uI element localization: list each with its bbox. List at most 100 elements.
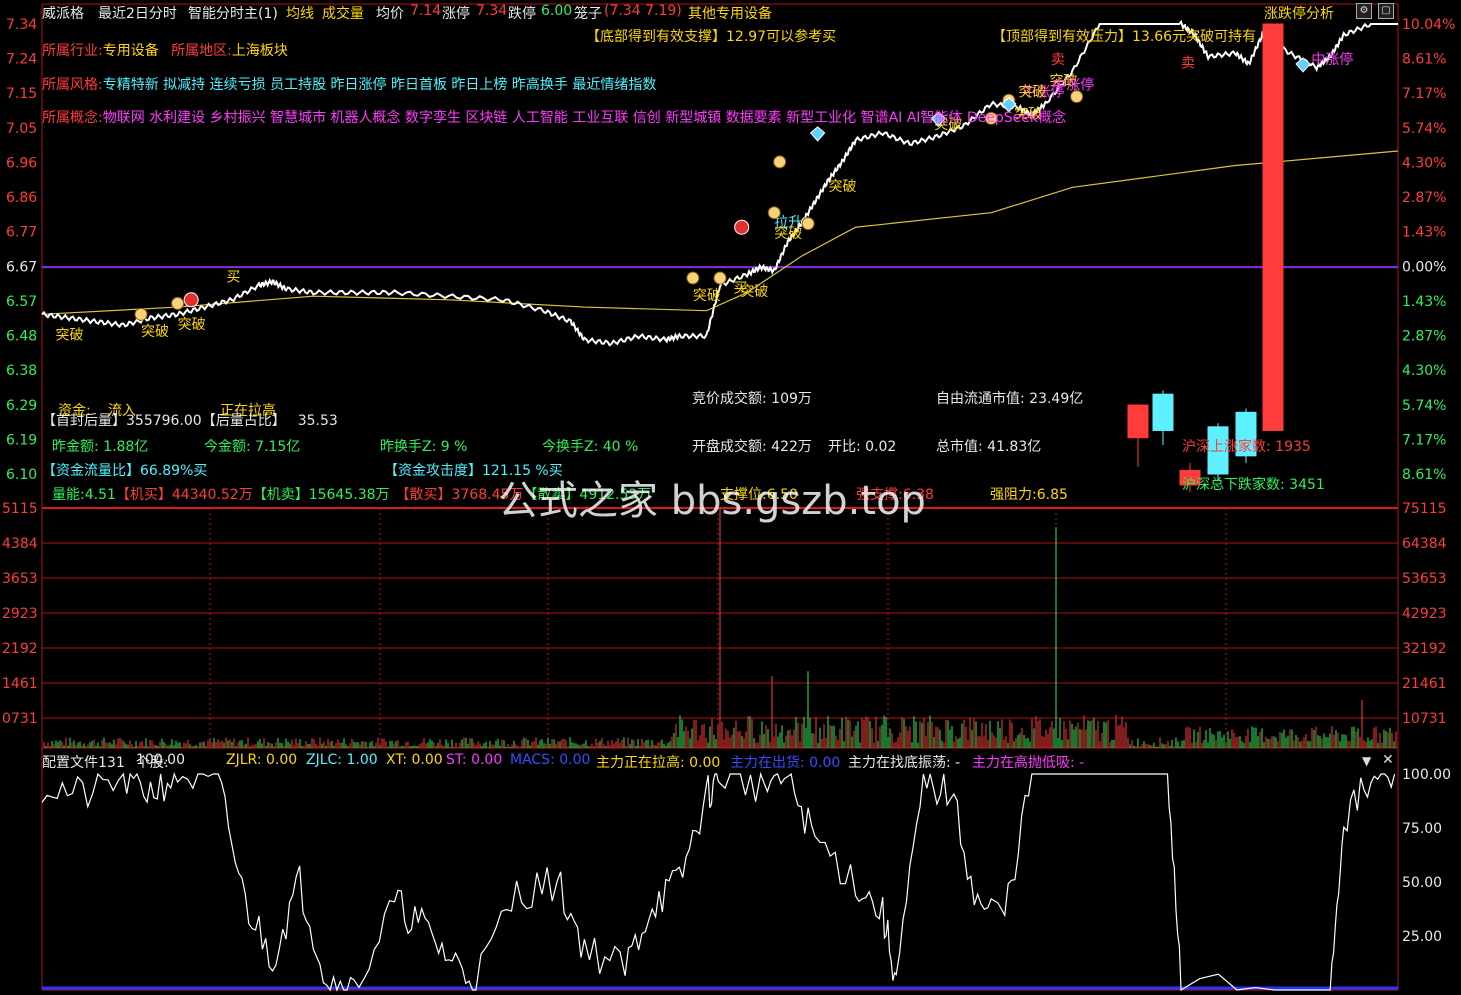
post-ratio-value: 35.53 xyxy=(297,413,338,429)
volume-tick-right: 53653 xyxy=(1402,571,1447,587)
open-ratio: 开比: 0.02 xyxy=(828,439,897,455)
high-absorb-value: 主力在高抛低吸: - xyxy=(972,755,1085,771)
money-bag-icon xyxy=(686,271,700,285)
price-tick-right: 7.17% xyxy=(1402,432,1446,448)
style-label: 所属风格: xyxy=(42,77,103,93)
limit-up-label: 涨停 xyxy=(442,6,470,22)
watermark: 公式之家 bbs.gszb.top xyxy=(498,478,926,524)
candle-body xyxy=(1127,404,1149,439)
volume-tick-right: 21461 xyxy=(1402,676,1447,692)
xt-value: XT: 0.00 xyxy=(386,752,443,768)
volume-tick-left: 3653 xyxy=(2,571,38,587)
price-tick-right: 4.30% xyxy=(1402,155,1446,171)
signal-label: 卖 xyxy=(1181,56,1195,72)
price-tick-right: 0.00% xyxy=(1402,259,1446,275)
signal-label: 中涨停 xyxy=(1052,76,1094,93)
restore-icon[interactable]: ▢ xyxy=(1378,3,1394,19)
money-bag-icon xyxy=(801,217,815,231)
indicator-tick: 25.00 xyxy=(1402,929,1442,945)
total-cap: 总市值: 41.83亿 xyxy=(936,439,1042,455)
candle-body xyxy=(1152,393,1174,431)
concept-label: 所属概念: xyxy=(42,110,103,126)
volume-tick-right: 42923 xyxy=(1402,606,1447,622)
sector-label[interactable]: 其他专用设备 xyxy=(688,3,772,23)
pressure-note: 【顶部得到有效压力】13.66元突破可持有 xyxy=(992,29,1257,45)
support-note: 【底部得到有效支撑】12.97可以参考买 xyxy=(586,29,837,45)
money-bag-icon xyxy=(773,155,787,169)
avg-price-value: 7.14 xyxy=(410,3,442,19)
float-cap: 自由流通市值: 23.49亿 xyxy=(936,391,1084,407)
industry-value: 专用设备 xyxy=(102,43,159,59)
limit-down-label: 跌停 xyxy=(508,6,536,22)
strong-resistance: 强阻力:6.85 xyxy=(990,487,1068,503)
volume-tick-right: 32192 xyxy=(1402,641,1447,657)
money-bag-icon xyxy=(767,206,781,220)
money-bag-icon xyxy=(1070,90,1084,104)
price-tick-right: 10.04% xyxy=(1402,17,1455,33)
price-tick-left: 6.77 xyxy=(6,225,37,241)
zjlr-value: ZJLR: 0.00 xyxy=(226,752,298,768)
signal-label: 突破 xyxy=(828,179,856,195)
close-icon[interactable]: ✕ xyxy=(1382,752,1394,768)
indicator-name[interactable]: 智能分时主(1) xyxy=(188,3,278,23)
indicator-tick: 50.00 xyxy=(1402,875,1442,891)
settings-icon[interactable]: ⚙ xyxy=(1356,3,1372,19)
avg-line-label: 均线 xyxy=(286,6,314,22)
volume-tick-left: 0731 xyxy=(2,711,38,727)
lifting-value: 主力正在拉高: 0.00 xyxy=(596,755,721,771)
signal-label: 突破 xyxy=(178,317,206,333)
first-seal-value: 355796.00 xyxy=(126,413,202,429)
st-value: ST: 0.00 xyxy=(446,752,503,768)
limit-analysis-link[interactable]: 涨跌停分析 xyxy=(1264,3,1334,23)
header-bar: 威派格 最近2日分时 智能分时主(1) 均线 成交量 均价 7.14 涨停 7.… xyxy=(0,0,1400,24)
flow-ratio: 【资金流量比】66.89%买 xyxy=(42,463,208,479)
concept-value: 物联网 水利建设 乡村振兴 智慧城市 机器人概念 数字孪生 区块链 人工智能 工… xyxy=(102,110,1066,126)
signal-label: 中涨停 xyxy=(1311,51,1353,68)
config-file[interactable]: 配置文件131 xyxy=(42,752,125,772)
up-count: 沪深上涨家数: 1935 xyxy=(1182,439,1311,455)
post-ratio-label: 【后量占比】 xyxy=(201,413,286,429)
open-amount: 开盘成交额: 422万 xyxy=(692,439,812,455)
volume-tick-left: 4384 xyxy=(2,536,38,552)
volume-tick-right: 75115 xyxy=(1402,501,1447,517)
signal-label: 突破 xyxy=(56,328,84,344)
red-ball-icon xyxy=(734,219,750,235)
period-label[interactable]: 最近2日分时 xyxy=(98,3,177,23)
volume-tick-left: 2923 xyxy=(2,606,38,622)
down-count: 沪深总下跌家数: 3451 xyxy=(1182,477,1325,493)
signal-label: 买 xyxy=(226,270,240,286)
macs-value: MACS: 0.00 xyxy=(510,752,591,768)
price-tick-right: 1.43% xyxy=(1402,294,1446,310)
today-turnover: 今换手Z: 40 % xyxy=(542,439,639,455)
volume-tick-left: 1461 xyxy=(2,676,38,692)
price-tick-right: 4.30% xyxy=(1402,363,1446,379)
style-value: 专精特新 拟减持 连续亏损 员工持股 昨日涨停 昨日首板 昨日上榜 昨高换手 最… xyxy=(102,77,657,93)
volume-label: 成交量 xyxy=(322,6,364,22)
indicator-line xyxy=(41,771,1396,992)
prev-turnover: 昨换手Z: 9 % xyxy=(380,439,468,455)
price-tick-left: 7.15 xyxy=(6,86,37,102)
red-ball-icon xyxy=(183,292,199,308)
price-tick-right: 7.17% xyxy=(1402,86,1446,102)
volume-tick-right: 10731 xyxy=(1402,711,1447,727)
price-tick-right: 1.43% xyxy=(1402,225,1446,241)
price-tick-left: 6.19 xyxy=(6,432,37,448)
price-tick-left: 6.29 xyxy=(6,398,37,414)
stock-name: 威派格 xyxy=(42,6,84,22)
first-seal-label: 【首封后量】 xyxy=(42,413,126,429)
price-tick-left: 6.48 xyxy=(6,329,37,345)
volume-tick-right: 64384 xyxy=(1402,536,1447,552)
region-value: 上海板块 xyxy=(231,43,288,59)
price-tick-left: 6.57 xyxy=(6,294,37,310)
candle-body xyxy=(1262,23,1284,431)
limit-down-value: 6.00 xyxy=(541,3,573,19)
money-bag-icon xyxy=(713,271,727,285)
dropdown-icon[interactable]: ▼ xyxy=(1362,754,1371,768)
avg-price-label: 均价 xyxy=(376,6,404,22)
price-tick-left: 6.86 xyxy=(6,190,37,206)
price-tick-right: 2.87% xyxy=(1402,329,1446,345)
region-label: 所属地区: xyxy=(171,43,232,59)
signal-label: 突破 xyxy=(141,324,169,340)
zjlc-value: ZJLC: 1.00 xyxy=(306,752,378,768)
price-tick-left: 6.38 xyxy=(6,363,37,379)
